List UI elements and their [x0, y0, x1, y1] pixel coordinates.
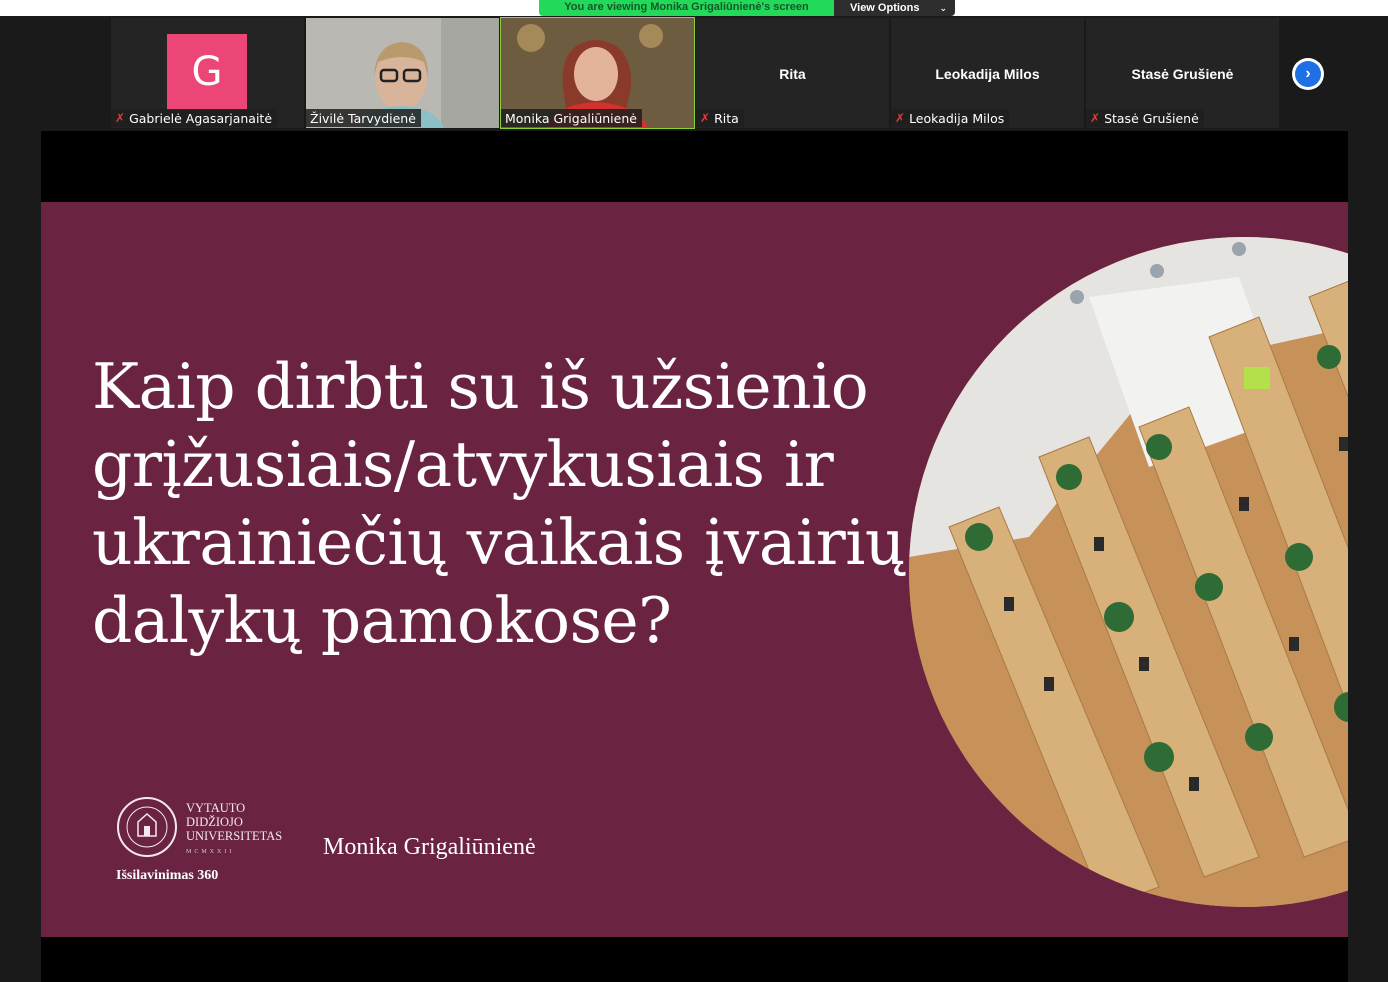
participant-tile[interactable]: Stasė Grušienė ✗ Stasė Grušienė — [1086, 18, 1279, 128]
slide-title-line: ukrainiečių vaikais įvairių — [92, 506, 905, 579]
participant-name-label: Živilė Tarvydienė — [306, 109, 421, 127]
mic-muted-icon: ✗ — [115, 111, 126, 125]
slide-title: Kaip dirbti su iš užsienio grįžusiais/at… — [92, 348, 912, 660]
university-seal-icon — [117, 797, 177, 857]
mic-muted-icon: ✗ — [700, 111, 711, 125]
participant-tile[interactable]: Leokadija Milos ✗ Leokadija Milos — [891, 18, 1084, 128]
university-logo: VYTAUTO DIDŽIOJO UNIVERSITETAS MCMXXII I… — [116, 796, 336, 896]
university-name-line: UNIVERSITETAS — [186, 829, 283, 843]
slide-title-line: dalykų pamokose? — [92, 584, 672, 657]
view-options-button[interactable]: View Options ⌄ — [834, 0, 955, 16]
shared-screen: Kaip dirbti su iš užsienio grįžusiais/at… — [41, 131, 1348, 982]
mic-muted-icon: ✗ — [895, 111, 906, 125]
slide-title-line: Kaip dirbti su iš užsienio — [92, 350, 869, 423]
chevron-right-icon: › — [1295, 61, 1321, 87]
library-photo — [909, 237, 1348, 907]
participant-name: Monika Grigaliūnienė — [505, 110, 637, 126]
participant-display-name: Rita — [779, 66, 806, 82]
participant-name: Leokadija Milos — [909, 110, 1005, 126]
slide-title-line: grįžusiais/atvykusiais ir — [92, 428, 834, 501]
zoom-meeting-window: You are viewing Monika Grigaliūnienė's s… — [0, 0, 1388, 982]
participant-name: Rita — [714, 110, 739, 126]
participant-tile-active-speaker[interactable]: Monika Grigaliūnienė — [500, 17, 695, 129]
participant-display-name: Stasė Grušienė — [1131, 66, 1234, 82]
participant-name-label: ✗ Stasė Grušienė — [1086, 109, 1204, 127]
presenter-name: Monika Grigaliūnienė — [323, 834, 536, 860]
participant-strip: G ✗ Gabrielė Agasarjanaitė Živilė Tarvyd… — [0, 16, 1388, 129]
chevron-down-icon: ⌄ — [939, 3, 948, 13]
participant-name-label: Monika Grigaliūnienė — [501, 109, 642, 127]
participant-name: Stasė Grušienė — [1104, 110, 1199, 126]
next-participants-button[interactable]: › — [1292, 58, 1324, 90]
participant-tile[interactable]: Rita ✗ Rita — [696, 18, 889, 128]
participant-display-name: Leokadija Milos — [935, 66, 1040, 82]
education-label: Išsilavinimas 360 — [116, 868, 219, 883]
participant-name: Gabrielė Agasarjanaitė — [129, 110, 273, 126]
university-year: MCMXXII — [186, 849, 235, 855]
participant-name: Živilė Tarvydienė — [310, 110, 416, 126]
screen-share-banner: You are viewing Monika Grigaliūnienė's s… — [539, 0, 955, 16]
participant-name-label: ✗ Gabrielė Agasarjanaitė — [111, 109, 278, 127]
presentation-slide: Kaip dirbti su iš užsienio grįžusiais/at… — [41, 202, 1348, 937]
university-name-line: DIDŽIOJO — [186, 815, 243, 829]
avatar: G — [167, 34, 247, 110]
participant-tile[interactable]: G ✗ Gabrielė Agasarjanaitė — [111, 18, 304, 128]
view-options-label: View Options — [850, 2, 920, 14]
participant-name-label: ✗ Leokadija Milos — [891, 109, 1010, 127]
participant-tile[interactable]: Živilė Tarvydienė — [306, 18, 499, 128]
participant-name-label: ✗ Rita — [696, 109, 744, 127]
library-overhead-image — [909, 237, 1348, 907]
university-name: VYTAUTO DIDŽIOJO UNIVERSITETAS MCMXXII — [186, 801, 282, 859]
mic-muted-icon: ✗ — [1090, 111, 1101, 125]
viewing-screen-message: You are viewing Monika Grigaliūnienė's s… — [539, 0, 834, 16]
university-name-line: VYTAUTO — [186, 801, 246, 815]
